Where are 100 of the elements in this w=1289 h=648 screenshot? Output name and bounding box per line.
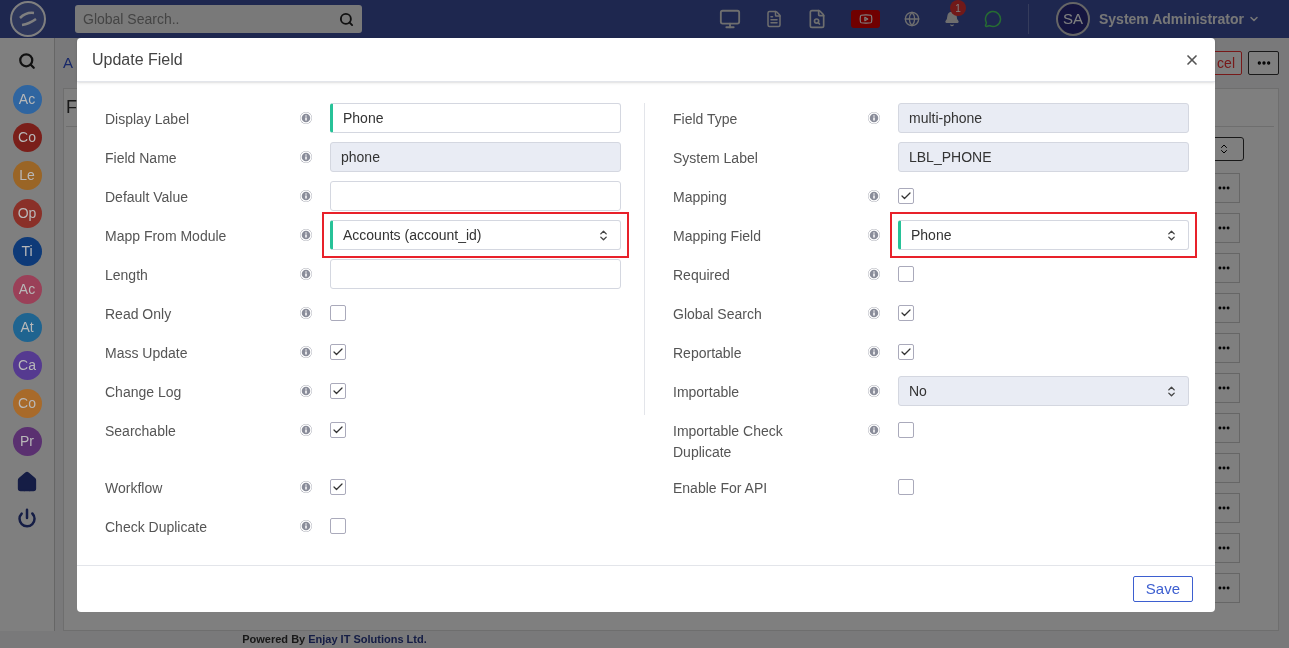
select-field[interactable]: Phone [898,220,1189,250]
info-icon [300,385,312,397]
checkbox[interactable] [330,344,346,360]
footer-link[interactable]: Enjay IT Solutions Ltd. [308,631,427,648]
module-avatar[interactable]: Op [12,199,42,228]
module-avatar[interactable]: Co [12,389,42,418]
field-label: Field Type [673,110,739,129]
select-field[interactable]: No [898,376,1189,406]
checkbox[interactable] [898,344,914,360]
info-icon [300,190,312,202]
document-search-icon[interactable] [807,9,827,29]
globe-icon[interactable] [904,11,920,27]
check-icon [332,481,344,493]
input-field[interactable] [330,259,621,289]
module-avatar[interactable]: At [12,313,42,342]
field-label: System Label [673,149,759,168]
info-icon [868,112,880,124]
readonly-field[interactable]: phone [330,142,621,172]
search-icon[interactable] [18,52,36,70]
info-icon [300,346,312,358]
info-icon [868,307,880,319]
field-label: Enable For API [673,479,769,498]
info-icon [868,385,880,397]
info-icon [300,151,312,163]
module-avatar[interactable]: Le [12,161,42,190]
checkbox[interactable] [898,422,914,438]
home-icon[interactable] [16,471,38,493]
field-label: Display Label [105,110,191,129]
checkbox[interactable] [330,422,346,438]
readonly-field[interactable]: LBL_PHONE [898,142,1189,172]
check-icon [332,385,344,397]
info-icon [300,307,312,319]
checkbox[interactable] [898,305,914,321]
checkbox[interactable] [330,479,346,495]
monitor-icon[interactable] [719,8,741,30]
logo-icon[interactable] [9,1,46,37]
module-avatar[interactable]: Pr [12,427,42,456]
bell-icon[interactable] [944,11,960,27]
info-icon [868,190,880,202]
checkbox[interactable] [330,383,346,399]
checkbox[interactable] [330,518,346,534]
field-label: Change Log [105,383,183,402]
field-label: Mapping Field [673,227,762,246]
sort-arrows-icon [1165,228,1178,242]
check-icon [900,346,912,358]
field-label: Mapping [673,188,728,207]
field-label: Searchable [105,422,177,441]
field-label: Length [105,266,149,285]
document-icon[interactable] [765,10,783,28]
field-label: Global Search [673,305,763,324]
panel-heading: F [66,96,77,119]
search-icon [339,11,354,27]
tab-link[interactable]: A [63,51,73,75]
field-label: Importable Check Duplicate [673,422,784,462]
info-icon [868,424,880,436]
footer-text: Powered By [242,632,306,648]
modal-title: Update Field [92,49,183,70]
field-label: Importable [673,383,741,402]
sort-arrows-icon [1218,143,1230,155]
sort-arrows-icon [597,228,610,242]
field-label: Read Only [105,305,173,324]
field-label: Mapp From Module [105,227,228,246]
info-icon [300,112,312,124]
field-label: Field Name [105,149,178,168]
module-avatar[interactable]: Ac [12,85,42,114]
info-icon [868,229,880,241]
info-icon [300,520,312,532]
module-avatar[interactable]: Ca [12,351,42,380]
info-icon [868,268,880,280]
video-play-icon[interactable] [851,10,880,28]
checkbox[interactable] [898,188,914,204]
power-icon[interactable] [17,508,37,528]
readonly-field[interactable]: multi-phone [898,103,1189,133]
input-field[interactable]: Phone [330,103,621,133]
check-icon [900,307,912,319]
module-avatar[interactable]: Co [12,123,42,152]
select-field[interactable]: Accounts (account_id) [330,220,621,250]
checkbox[interactable] [898,266,914,282]
module-avatar[interactable]: Ac [12,275,42,304]
more-button[interactable] [1248,51,1279,75]
module-avatar[interactable]: Ti [12,237,42,266]
check-icon [900,190,912,202]
field-label: Workflow [105,479,164,498]
field-label: Mass Update [105,344,189,363]
field-label: Required [673,266,731,285]
field-label: Default Value [105,188,189,207]
check-icon [332,424,344,436]
info-icon [300,481,312,493]
save-button[interactable]: Save [1132,576,1193,602]
info-icon [868,346,880,358]
checkbox[interactable] [330,305,346,321]
input-field[interactable] [330,181,621,211]
field-label: Reportable [673,344,743,363]
checkbox[interactable] [898,479,914,495]
user-avatar[interactable]: SA [1056,2,1090,36]
field-label: Check Duplicate [105,518,208,537]
info-icon [300,424,312,436]
sort-arrows-icon [1165,384,1178,398]
user-menu[interactable]: System Administrator [1099,8,1260,30]
info-icon [300,229,312,241]
